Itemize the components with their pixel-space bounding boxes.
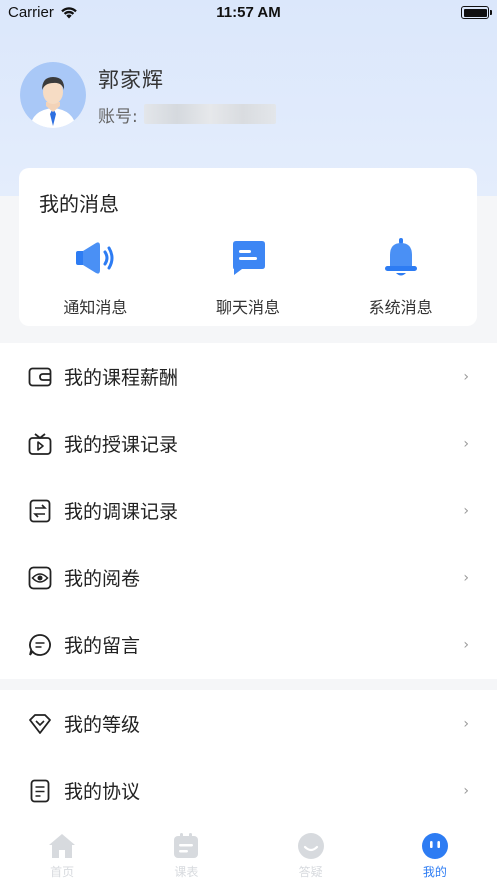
profile-section[interactable]: 郭家辉 账号: xyxy=(20,62,276,128)
tab-label: 我的 xyxy=(422,865,447,879)
messages-title: 我的消息 xyxy=(39,192,119,216)
chevron-right-icon: › xyxy=(463,637,469,653)
chevron-right-icon: › xyxy=(463,783,469,799)
chevron-right-icon: › xyxy=(463,570,469,586)
notification-messages-label: 通知消息 xyxy=(63,298,128,317)
menu-item-agreement[interactable]: 我的协议 › xyxy=(0,757,497,824)
menu-item-teaching-records[interactable]: 我的授课记录 › xyxy=(0,410,497,477)
chevron-right-icon: › xyxy=(463,436,469,452)
menu-item-label: 我的授课记录 xyxy=(64,434,179,456)
account-value-redacted xyxy=(143,104,276,124)
avatar-person-icon xyxy=(20,62,86,128)
menu-item-label: 我的阅卷 xyxy=(64,568,141,590)
menu-item-label: 我的等级 xyxy=(64,714,141,736)
tab-home[interactable]: 首页 xyxy=(0,822,124,883)
menu-item-label: 我的课程薪酬 xyxy=(64,367,179,389)
document-icon xyxy=(28,779,52,803)
tab-label: 答疑 xyxy=(298,865,323,879)
wallet-icon xyxy=(28,365,52,389)
tab-schedule[interactable]: 课表 xyxy=(124,822,248,883)
menu-item-course-salary[interactable]: 我的课程薪酬 › xyxy=(0,343,497,410)
account-label: 账号: xyxy=(98,106,138,127)
notification-messages-button[interactable]: 通知消息 xyxy=(19,236,172,318)
system-messages-button[interactable]: 系统消息 xyxy=(324,236,477,318)
battery-icon xyxy=(461,6,492,19)
status-time: 11:57 AM xyxy=(216,4,281,21)
tab-label: 课表 xyxy=(174,865,199,879)
chat-icon xyxy=(226,236,270,280)
tab-qa[interactable]: 答疑 xyxy=(249,822,373,883)
menu-item-messages[interactable]: 我的留言 › xyxy=(0,611,497,678)
home-icon xyxy=(48,832,76,860)
menu-item-label: 我的协议 xyxy=(64,781,141,803)
chat-messages-label: 聊天消息 xyxy=(216,298,281,317)
system-messages-label: 系统消息 xyxy=(368,298,433,317)
calendar-icon xyxy=(172,832,200,860)
profile-face-icon xyxy=(421,832,449,860)
status-bar: Carrier 11:57 AM xyxy=(0,0,497,26)
chevron-right-icon: › xyxy=(463,716,469,732)
avatar[interactable] xyxy=(20,62,86,128)
tab-label: 首页 xyxy=(50,865,75,879)
message-icon xyxy=(28,633,52,657)
menu-group-secondary: 我的等级 › 我的协议 › xyxy=(0,690,497,830)
user-name: 郭家辉 xyxy=(98,67,164,92)
messages-card: 我的消息 通知消息 聊天消息 系统消息 xyxy=(19,168,477,326)
menu-item-grading[interactable]: 我的阅卷 › xyxy=(0,544,497,611)
face-icon xyxy=(297,832,325,860)
chat-messages-button[interactable]: 聊天消息 xyxy=(172,236,325,318)
bell-icon xyxy=(379,236,423,280)
menu-item-reschedule-records[interactable]: 我的调课记录 › xyxy=(0,477,497,544)
diamond-icon xyxy=(28,712,52,736)
menu-item-level[interactable]: 我的等级 › xyxy=(0,690,497,757)
speaker-icon xyxy=(73,236,117,280)
tab-mine[interactable]: 我的 xyxy=(373,822,497,883)
chevron-right-icon: › xyxy=(463,369,469,385)
chevron-right-icon: › xyxy=(463,503,469,519)
menu-item-label: 我的调课记录 xyxy=(64,501,179,523)
tab-bar: 首页 课表 答疑 我的 xyxy=(0,822,497,883)
eye-icon xyxy=(28,566,52,590)
account-row: 账号: xyxy=(98,102,276,127)
menu-group-primary: 我的课程薪酬 › 我的授课记录 › 我的调课记录 › 我的阅卷 › 我的留言 › xyxy=(0,343,497,679)
tv-icon xyxy=(28,432,52,456)
swap-icon xyxy=(28,499,52,523)
menu-item-label: 我的留言 xyxy=(64,635,141,657)
